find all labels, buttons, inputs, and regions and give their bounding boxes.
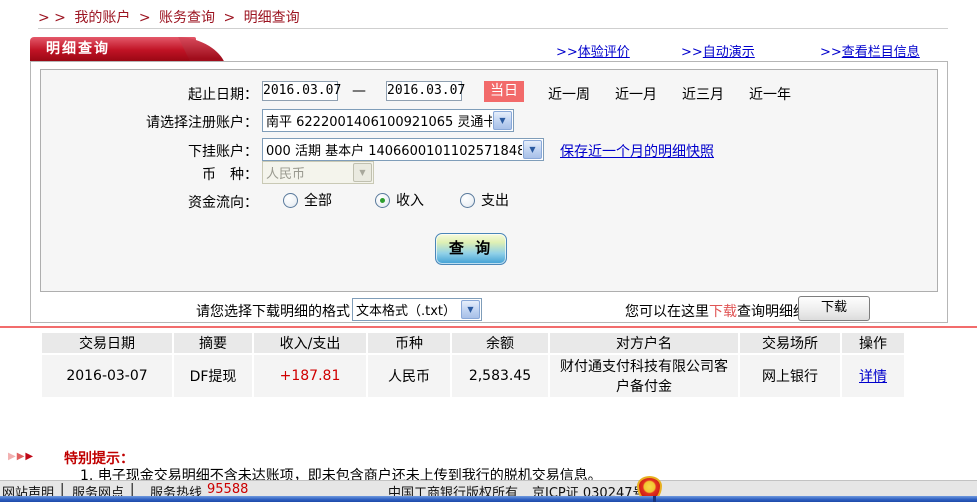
- header-currency: 币种: [368, 333, 450, 353]
- auto-demo-link[interactable]: >>自动演示: [681, 41, 755, 60]
- sub-account-select[interactable]: 000 活期 基本户 1406600101102571848 ▼: [262, 138, 544, 161]
- header-balance: 余额: [452, 333, 548, 353]
- breadcrumb-separator: >: [139, 10, 151, 26]
- cell-counterparty: 财付通支付科技有限公司客户备付金: [550, 355, 738, 397]
- cell-channel: 网上银行: [740, 355, 840, 397]
- header-action: 操作: [842, 333, 904, 353]
- link-prefix: >>: [681, 45, 703, 60]
- chevron-down-icon: ▼: [493, 111, 512, 130]
- cell-trade-date: 2016-03-07: [42, 355, 172, 397]
- flow-expense-radio[interactable]: 支出: [460, 190, 509, 210]
- fund-flow-label: 资金流向：: [40, 192, 258, 212]
- link-label: 自动演示: [703, 45, 755, 60]
- flow-expense-label: 支出: [481, 190, 509, 210]
- download-format-value: 文本格式（.txt）: [353, 300, 460, 319]
- cell-balance: 2,583.45: [452, 355, 548, 397]
- download-hint: 您可以在这里下载查询明细结果: [625, 301, 821, 321]
- breadcrumb-item-my-account[interactable]: 我的账户: [74, 10, 130, 26]
- download-format-select[interactable]: 文本格式（.txt） ▼: [352, 298, 482, 321]
- query-button[interactable]: 查 询: [435, 233, 507, 265]
- hint-download-word: 下载: [709, 304, 737, 320]
- table-header-row: 交易日期 摘要 收入/支出 币种 余额 对方户名 交易场所 操作: [42, 333, 904, 353]
- radio-selected-icon: [375, 193, 390, 208]
- breadcrumb: > > 我的账户 > 账务查询 > 明细查询: [38, 7, 304, 27]
- save-snapshot-link[interactable]: 保存近一个月的明细快照: [560, 141, 714, 161]
- range-year-link[interactable]: 近一年: [749, 84, 791, 104]
- chevron-down-icon: ▼: [353, 163, 372, 182]
- notice-arrows-icon: ▶▶▶: [8, 451, 34, 462]
- radio-icon: [283, 193, 298, 208]
- link-label: 体验评价: [578, 45, 630, 60]
- range-quarter-link[interactable]: 近三月: [682, 84, 724, 104]
- breadcrumb-divider: [38, 28, 948, 29]
- chevron-down-icon: ▼: [523, 140, 542, 159]
- transactions-table: 交易日期 摘要 收入/支出 币种 余额 对方户名 交易场所 操作 2016-03…: [40, 331, 906, 399]
- footer-separator: |: [130, 482, 134, 497]
- footer-separator: |: [60, 482, 64, 497]
- table-row: 2016-03-07 DF提现 +187.81 人民币 2,583.45 财付通…: [42, 355, 904, 397]
- date-range-label: 起止日期：: [40, 84, 258, 104]
- view-column-info-link[interactable]: >>查看栏目信息: [820, 41, 920, 60]
- detail-query-page: > > 我的账户 > 账务查询 > 明细查询 明细查询 >>体验评价 >>自动演…: [0, 0, 977, 502]
- cell-action: 详情: [842, 355, 904, 397]
- currency-value: 人民币: [263, 163, 352, 182]
- chevron-down-icon: ▼: [461, 300, 480, 319]
- detail-link[interactable]: 详情: [859, 369, 887, 385]
- download-format-label: 请您选择下载明细的格式: [196, 301, 350, 321]
- header-counterparty: 对方户名: [550, 333, 738, 353]
- flow-all-label: 全部: [304, 190, 332, 210]
- range-month-link[interactable]: 近一月: [615, 84, 657, 104]
- red-divider: [0, 326, 977, 328]
- flow-income-label: 收入: [396, 190, 424, 210]
- flow-all-radio[interactable]: 全部: [283, 190, 332, 210]
- hint-prefix: 您可以在这里: [625, 304, 709, 320]
- registered-account-select[interactable]: 南平 6222001406100921065 灵通卡 ▼: [262, 109, 514, 132]
- registered-account-value: 南平 6222001406100921065 灵通卡: [263, 111, 492, 130]
- taskbar-notch: [653, 496, 656, 502]
- date-from-input[interactable]: 2016.03.07: [262, 81, 338, 101]
- tab-detail-query: 明细查询: [30, 37, 196, 61]
- experience-rating-link[interactable]: >>体验评价: [556, 41, 630, 60]
- breadcrumb-separator: >: [223, 10, 235, 26]
- header-channel: 交易场所: [740, 333, 840, 353]
- footer-hotline-number: 95588: [207, 482, 248, 497]
- flow-income-radio[interactable]: 收入: [375, 190, 424, 210]
- download-button[interactable]: 下载: [798, 296, 870, 321]
- header-summary: 摘要: [174, 333, 252, 353]
- sub-account-value: 000 活期 基本户 1406600101102571848: [263, 140, 522, 159]
- header-income-expense: 收入/支出: [254, 333, 366, 353]
- sub-account-label: 下挂账户：: [40, 141, 258, 161]
- date-to-input[interactable]: 2016.03.07: [386, 81, 462, 101]
- breadcrumb-item-detail-query: 明细查询: [244, 10, 300, 26]
- breadcrumb-arrows: > >: [38, 10, 66, 26]
- currency-select: 人民币 ▼: [262, 161, 374, 184]
- link-label: 查看栏目信息: [842, 45, 920, 60]
- cell-amount: +187.81: [254, 355, 366, 397]
- cell-summary: DF提现: [174, 355, 252, 397]
- header-trade-date: 交易日期: [42, 333, 172, 353]
- radio-icon: [460, 193, 475, 208]
- range-week-link[interactable]: 近一周: [548, 84, 590, 104]
- date-dash: —: [352, 83, 366, 99]
- breadcrumb-item-account-query[interactable]: 账务查询: [159, 10, 215, 26]
- page-title: 明细查询: [46, 41, 110, 57]
- link-prefix: >>: [556, 45, 578, 60]
- range-today-button[interactable]: 当日: [484, 81, 524, 102]
- link-prefix: >>: [820, 45, 842, 60]
- registered-account-label: 请选择注册账户：: [40, 112, 258, 132]
- taskbar-edge: [0, 496, 977, 502]
- currency-label: 币 种：: [40, 164, 258, 184]
- cell-currency: 人民币: [368, 355, 450, 397]
